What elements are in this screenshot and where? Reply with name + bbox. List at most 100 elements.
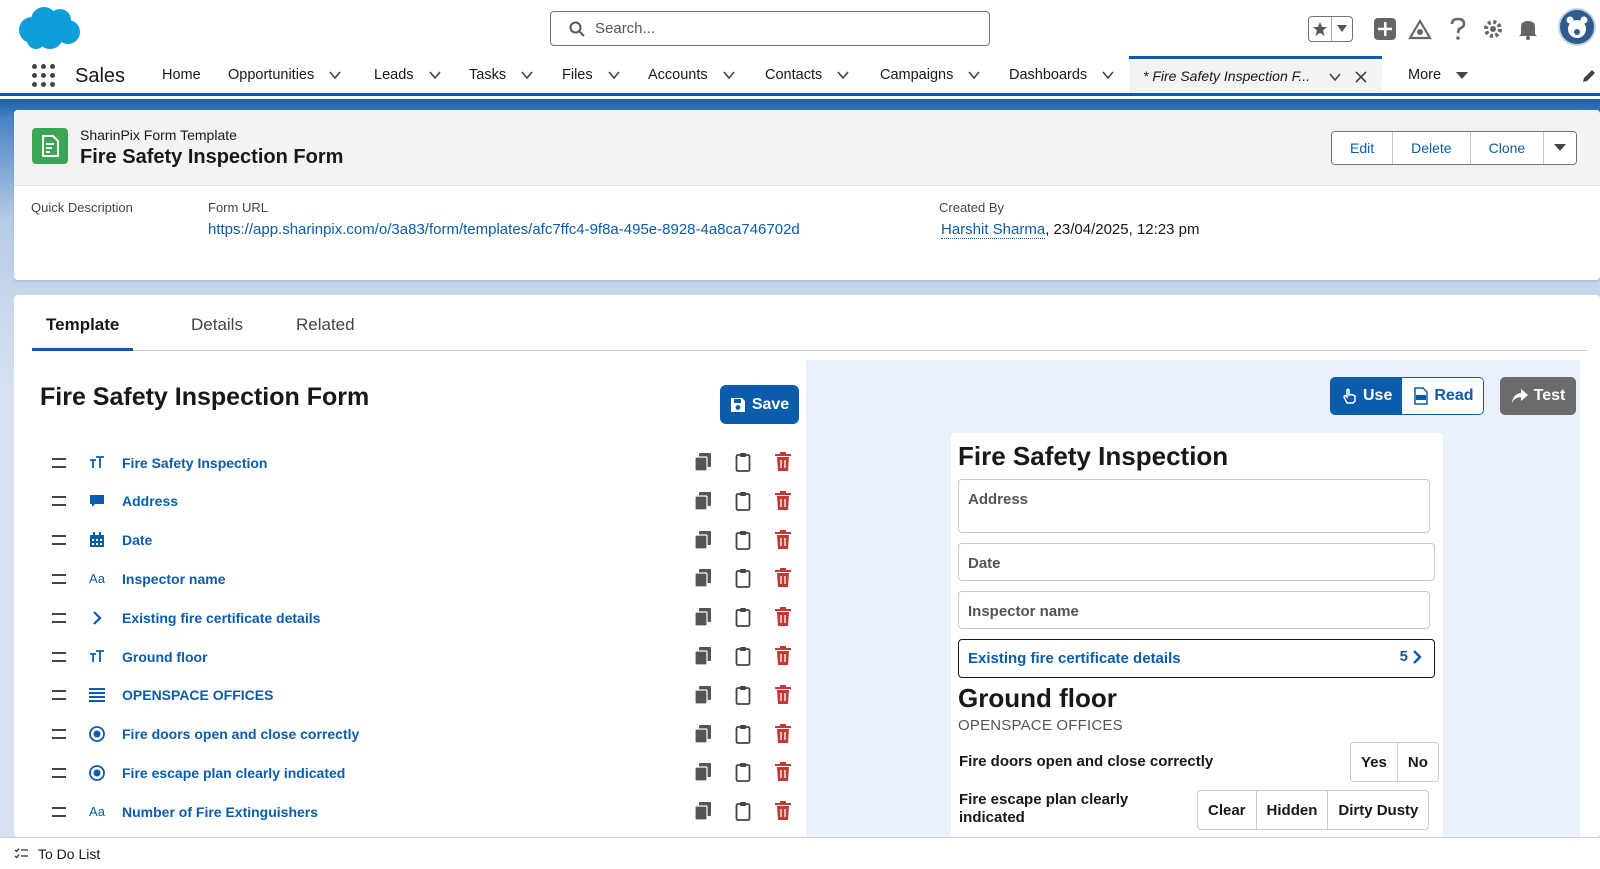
save-button[interactable]: Save <box>720 385 799 424</box>
delete-icon[interactable] <box>773 762 793 782</box>
drag-handle-icon[interactable] <box>52 535 66 546</box>
delete-icon[interactable] <box>773 607 793 627</box>
favorites-dropdown-icon[interactable] <box>1332 17 1352 41</box>
read-mode-button[interactable]: Read <box>1402 378 1484 414</box>
duplicate-icon[interactable] <box>693 491 713 511</box>
form-url-link[interactable]: https://app.sharinpix.com/o/3a83/form/te… <box>208 221 800 238</box>
drag-handle-icon[interactable] <box>52 457 66 468</box>
delete-icon[interactable] <box>773 529 793 550</box>
duplicate-icon[interactable] <box>693 685 713 705</box>
form-element-row[interactable]: Existing fire certificate details <box>52 598 812 637</box>
form-element-label[interactable]: Address <box>122 493 178 509</box>
form-element-row[interactable]: Aa Number of Fire Extinguishers <box>52 792 812 831</box>
form-element-row[interactable]: Date <box>52 521 812 560</box>
nav-item-files[interactable]: Files <box>562 56 621 93</box>
duplicate-icon[interactable] <box>693 724 713 744</box>
duplicate-icon[interactable] <box>693 568 713 588</box>
delete-icon[interactable] <box>773 801 793 821</box>
more-actions-button[interactable] <box>1544 132 1577 164</box>
form-element-row[interactable]: Fire Safety Inspection <box>52 443 812 482</box>
form-element-label[interactable]: Date <box>122 532 152 548</box>
setup-gear-icon[interactable] <box>1481 17 1505 41</box>
delete-icon[interactable] <box>773 684 793 705</box>
preview-certificate-nav[interactable]: Existing fire certificate details 5 <box>958 639 1435 678</box>
chevron-down-icon[interactable] <box>1328 70 1342 84</box>
drag-handle-icon[interactable] <box>52 651 66 662</box>
favorites-button[interactable] <box>1308 16 1353 42</box>
nav-item-tasks[interactable]: Tasks <box>469 56 534 93</box>
option-no[interactable]: No <box>1397 743 1438 781</box>
drag-handle-icon[interactable] <box>52 612 66 623</box>
clipboard-icon[interactable] <box>733 491 753 511</box>
option-dirty-dusty[interactable]: Dirty Dusty <box>1328 791 1429 829</box>
clipboard-icon[interactable] <box>733 801 753 822</box>
clipboard-icon[interactable] <box>733 724 753 744</box>
delete-icon[interactable] <box>773 568 793 588</box>
chevron-down-icon[interactable] <box>967 68 981 82</box>
todo-list-button[interactable]: To Do List <box>38 846 100 862</box>
tab-fire-safety-inspection-form[interactable]: * Fire Safety Inspection F... <box>1129 56 1382 93</box>
nav-item-opportunities[interactable]: Opportunities <box>228 56 342 93</box>
tab-related[interactable]: Related <box>296 315 355 351</box>
trailhead-icon[interactable] <box>1408 17 1432 41</box>
preview-address-field[interactable]: Address <box>958 479 1430 533</box>
favorites-star-icon[interactable] <box>1309 17 1333 41</box>
delete-icon[interactable] <box>773 490 793 511</box>
drag-handle-icon[interactable] <box>52 729 66 740</box>
delete-icon[interactable] <box>773 723 793 744</box>
tab-template[interactable]: Template <box>32 315 134 351</box>
tab-details[interactable]: Details <box>191 315 243 351</box>
drag-handle-icon[interactable] <box>52 496 66 507</box>
form-element-row[interactable]: OPENSPACE OFFICES <box>52 676 812 715</box>
clipboard-icon[interactable] <box>733 646 753 666</box>
duplicate-icon[interactable] <box>693 607 713 627</box>
form-element-label[interactable]: Number of Fire Extinguishers <box>122 804 318 820</box>
created-by-user-link[interactable]: Harshit Sharma <box>941 221 1046 239</box>
form-element-row[interactable]: Address <box>52 482 812 521</box>
duplicate-icon[interactable] <box>693 452 713 472</box>
nav-item-accounts[interactable]: Accounts <box>648 56 736 93</box>
form-element-row[interactable]: Fire doors open and close correctly <box>52 715 812 754</box>
nav-item-home[interactable]: Home <box>162 56 201 93</box>
preview-date-field[interactable]: Date <box>958 543 1435 581</box>
nav-more-menu[interactable]: More <box>1408 56 1469 93</box>
clipboard-icon[interactable] <box>733 452 753 472</box>
delete-button[interactable]: Delete <box>1393 132 1471 164</box>
chevron-down-icon[interactable] <box>607 68 621 82</box>
edit-nav-pencil-icon[interactable] <box>1581 68 1597 84</box>
duplicate-icon[interactable] <box>693 762 713 782</box>
use-mode-button[interactable]: Use <box>1331 378 1403 414</box>
notifications-bell-icon[interactable] <box>1516 17 1540 41</box>
user-avatar[interactable] <box>1558 8 1596 46</box>
form-element-label[interactable]: Existing fire certificate details <box>122 610 320 626</box>
preview-inspector-field[interactable]: Inspector name <box>958 591 1430 629</box>
close-icon[interactable] <box>1354 70 1368 84</box>
chevron-down-icon[interactable] <box>428 68 442 82</box>
duplicate-icon[interactable] <box>693 646 713 666</box>
app-launcher-icon[interactable] <box>32 64 56 88</box>
chevron-down-icon[interactable] <box>328 68 342 82</box>
salesforce-cloud-logo[interactable] <box>16 6 82 52</box>
duplicate-icon[interactable] <box>693 530 713 550</box>
nav-item-leads[interactable]: Leads <box>374 56 442 93</box>
form-element-label[interactable]: Fire escape plan clearly indicated <box>122 765 345 781</box>
clipboard-icon[interactable] <box>733 607 753 628</box>
caret-down-icon[interactable] <box>1455 68 1469 82</box>
nav-item-dashboards[interactable]: Dashboards <box>1009 56 1115 93</box>
form-element-label[interactable]: Fire Safety Inspection <box>122 455 267 471</box>
global-search-box[interactable] <box>550 11 990 46</box>
form-element-label[interactable]: Fire doors open and close correctly <box>122 726 359 742</box>
option-yes[interactable]: Yes <box>1351 743 1398 781</box>
clipboard-icon[interactable] <box>733 568 753 589</box>
form-element-label[interactable]: OPENSPACE OFFICES <box>122 687 273 703</box>
form-element-label[interactable]: Inspector name <box>122 571 225 587</box>
nav-item-contacts[interactable]: Contacts <box>765 56 850 93</box>
chevron-down-icon[interactable] <box>722 68 736 82</box>
clone-button[interactable]: Clone <box>1470 132 1545 164</box>
form-element-row[interactable]: Aa Inspector name <box>52 559 812 598</box>
add-icon[interactable] <box>1373 17 1397 41</box>
drag-handle-icon[interactable] <box>52 573 66 584</box>
test-button[interactable]: Test <box>1500 377 1576 415</box>
edit-button[interactable]: Edit <box>1332 132 1394 164</box>
option-clear[interactable]: Clear <box>1198 791 1257 829</box>
